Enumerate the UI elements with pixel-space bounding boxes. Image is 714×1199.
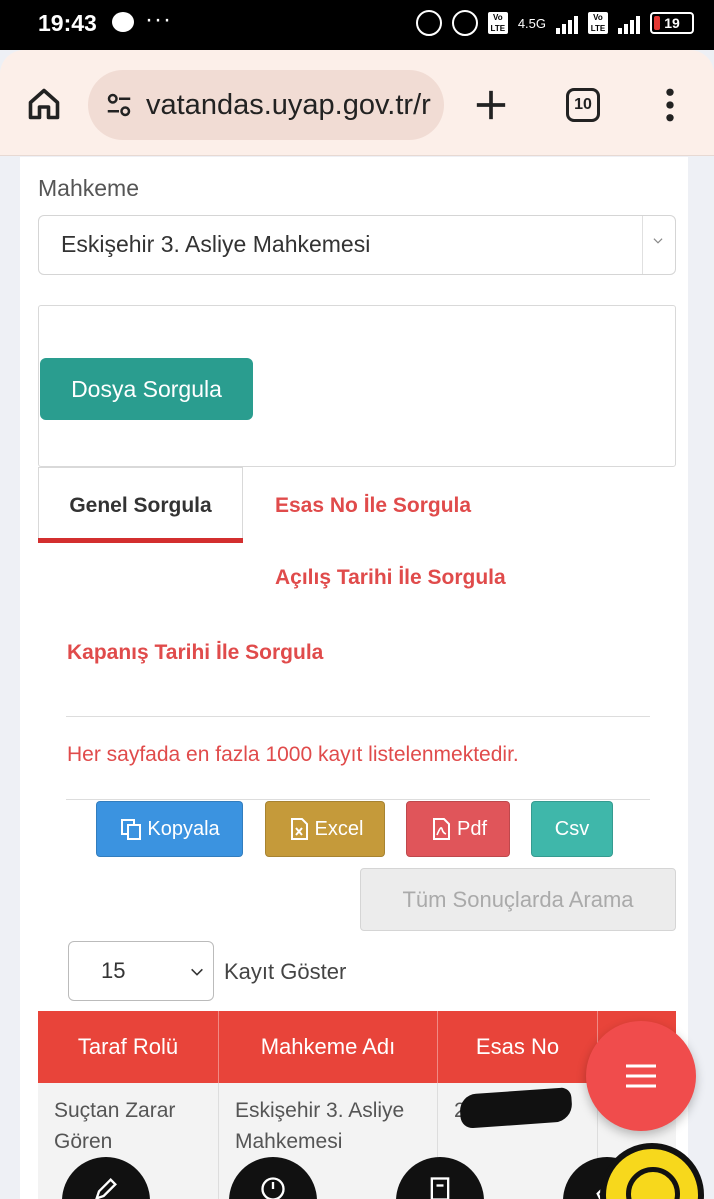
table-header: Taraf Rolü Mahkeme Adı Esas No — [38, 1011, 676, 1083]
volte-icon-2: Vo LTE — [588, 12, 608, 34]
pdf-file-icon — [432, 818, 450, 840]
chevron-down-icon — [653, 238, 663, 244]
address-bar[interactable]: vatandas.uyap.gov.tr/r — [88, 70, 444, 140]
site-settings-icon[interactable] — [104, 90, 134, 120]
floating-menu-button[interactable] — [586, 1021, 696, 1131]
volte-icon: Vo LTE — [487, 12, 508, 34]
clock-icon — [261, 1177, 285, 1199]
excel-button[interactable]: Excel — [265, 801, 385, 857]
new-tab-icon[interactable] — [474, 88, 508, 122]
status-icons: Vo LTE 4.5G Vo LTE 19 — [415, 10, 694, 36]
excel-file-icon — [290, 818, 308, 840]
more-notifications-icon: ··· — [145, 6, 172, 33]
status-time: 19:43 — [38, 10, 97, 36]
dosya-sorgula-button[interactable]: Dosya Sorgula — [40, 358, 253, 420]
pdf-label: Pdf — [456, 817, 488, 840]
chat-notification-icon — [112, 12, 134, 32]
header-mahkeme-adi[interactable]: Mahkeme Adı — [219, 1011, 438, 1083]
mahkeme-select[interactable]: Eskişehir 3. Asliye Mahkemesi — [38, 215, 676, 275]
tab-genel-sorgula[interactable]: Genel Sorgula — [38, 467, 243, 543]
link-icon — [415, 10, 442, 36]
kopyala-label: Kopyala — [147, 817, 220, 840]
mahkeme-label: Mahkeme — [38, 175, 139, 201]
page-size-value: 15 — [101, 958, 126, 983]
page-size-label: Kayıt Göster — [224, 959, 347, 984]
info-text: Her sayfada en fazla 1000 kayıt listelen… — [67, 743, 519, 766]
page-size-select[interactable]: 15 — [68, 941, 214, 1001]
tab-esas-no[interactable]: Esas No İle Sorgula — [275, 494, 471, 518]
tum-sonuclarda-arama-button[interactable]: Tüm Sonuçlarda Arama — [360, 868, 676, 931]
csv-button[interactable]: Csv — [531, 801, 613, 857]
header-taraf-rolu[interactable]: Taraf Rolü — [38, 1011, 219, 1083]
signal-icon — [556, 12, 578, 34]
more-menu-icon[interactable] — [664, 88, 676, 122]
browser-toolbar: vatandas.uyap.gov.tr/r 10 — [0, 50, 714, 156]
hamburger-icon — [626, 1064, 656, 1088]
pdf-button[interactable]: Pdf — [406, 801, 510, 857]
pencil-icon — [95, 1178, 117, 1199]
status-bar: 19:43 ··· Vo LTE 4.5G Vo LTE 19 — [0, 0, 714, 50]
document-icon — [430, 1177, 450, 1199]
battery-icon: 19 — [650, 12, 694, 34]
mute-bell-icon — [451, 10, 478, 36]
tab-kapanis-tarihi[interactable]: Kapanış Tarihi İle Sorgula — [67, 641, 323, 665]
chevron-down-icon — [191, 968, 203, 976]
select-separator — [642, 216, 643, 274]
page-content: Mahkeme Eskişehir 3. Asliye Mahkemesi Do… — [0, 157, 714, 1199]
excel-label: Excel — [314, 817, 364, 840]
divider — [66, 716, 650, 717]
signal-icon-2 — [618, 12, 640, 34]
kopyala-button[interactable]: Kopyala — [96, 801, 243, 857]
network-type: 4.5G — [517, 15, 546, 31]
tab-switcher-icon[interactable]: 10 — [566, 88, 600, 122]
mahkeme-select-value: Eskişehir 3. Asliye Mahkemesi — [61, 231, 371, 257]
url-text[interactable]: vatandas.uyap.gov.tr/r — [146, 89, 431, 122]
tab-acilis-tarihi[interactable]: Açılış Tarihi İle Sorgula — [275, 566, 506, 590]
divider-2 — [66, 799, 650, 800]
active-tab-indicator — [38, 538, 243, 543]
home-icon[interactable] — [26, 86, 62, 122]
copy-icon — [121, 819, 142, 840]
csv-label: Csv — [554, 817, 590, 840]
header-esas-no[interactable]: Esas No — [438, 1011, 598, 1083]
